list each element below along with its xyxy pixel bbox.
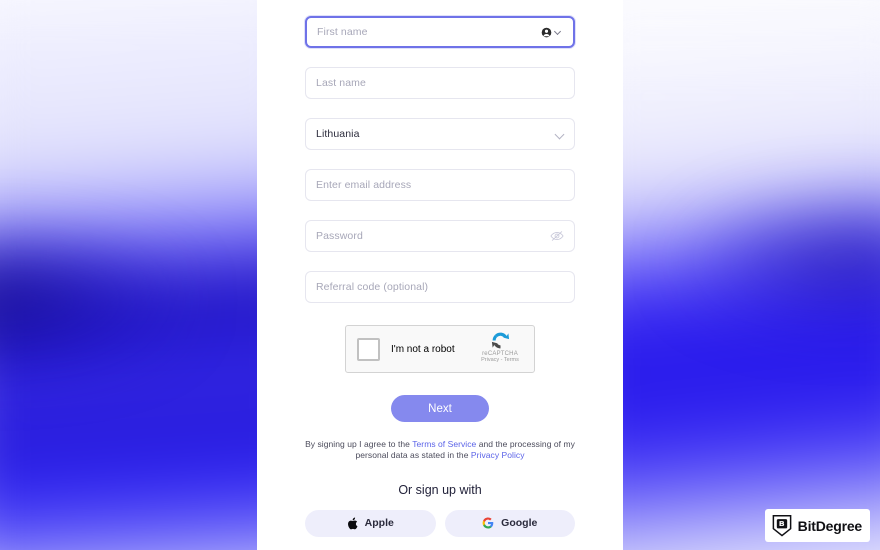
signup-form: First name Last name Lithuania Enter ema… <box>305 0 575 537</box>
referral-code-field[interactable]: Referral code (optional) <box>305 271 575 303</box>
contact-autofill-icon[interactable] <box>541 27 563 38</box>
legal-disclaimer: By signing up I agree to the Terms of Se… <box>305 439 575 462</box>
signup-screen: First name Last name Lithuania Enter ema… <box>0 0 880 550</box>
autofill-chevron-down-icon[interactable] <box>554 28 563 37</box>
password-field[interactable]: Password <box>305 220 575 252</box>
recaptcha-logo-icon <box>491 332 509 349</box>
recaptcha-widget[interactable]: I'm not a robot reCAPTCHA Privacy - Term… <box>345 325 535 373</box>
privacy-policy-link[interactable]: Privacy Policy <box>471 450 525 460</box>
email-placeholder: Enter email address <box>316 179 412 191</box>
google-signup-label: Google <box>501 517 538 530</box>
terms-of-service-link[interactable]: Terms of Service <box>412 439 476 449</box>
next-button-container: Next <box>305 395 575 422</box>
right-gradient-dark-streak <box>690 205 880 315</box>
recaptcha-label: I'm not a robot <box>391 343 455 355</box>
social-buttons-row: Apple Google <box>305 509 575 537</box>
google-icon <box>482 517 494 529</box>
referral-code-placeholder: Referral code (optional) <box>316 281 429 293</box>
bitdegree-watermark-text: BitDegree <box>797 517 863 534</box>
password-placeholder: Password <box>316 230 363 242</box>
recaptcha-legal-text[interactable]: Privacy - Terms <box>474 357 526 363</box>
apple-icon <box>347 517 358 530</box>
email-field[interactable]: Enter email address <box>305 169 575 201</box>
first-name-placeholder: First name <box>317 26 368 38</box>
chevron-down-icon[interactable] <box>555 130 564 139</box>
legal-prefix: By signing up I agree to the <box>305 439 413 449</box>
eye-slash-icon[interactable] <box>550 230 564 242</box>
social-signup-title: Or sign up with <box>398 482 482 497</box>
bitdegree-watermark: BitDegree <box>764 509 870 542</box>
last-name-field[interactable]: Last name <box>305 67 575 99</box>
next-button[interactable]: Next <box>391 395 489 422</box>
apple-signup-button[interactable]: Apple <box>305 509 436 537</box>
recaptcha-checkbox[interactable] <box>357 337 380 361</box>
left-gradient-dark-streak <box>0 240 180 360</box>
last-name-placeholder: Last name <box>316 77 366 89</box>
country-select-value: Lithuania <box>316 128 360 140</box>
apple-signup-label: Apple <box>364 517 394 530</box>
google-signup-button[interactable]: Google <box>444 509 575 537</box>
bitdegree-shield-icon <box>772 514 792 537</box>
country-select-field[interactable]: Lithuania <box>305 118 575 150</box>
first-name-field[interactable]: First name <box>305 16 575 48</box>
recaptcha-container: I'm not a robot reCAPTCHA Privacy - Term… <box>305 325 575 373</box>
signup-panel: First name Last name Lithuania Enter ema… <box>257 0 623 550</box>
recaptcha-branding: reCAPTCHA Privacy - Terms <box>474 330 526 363</box>
